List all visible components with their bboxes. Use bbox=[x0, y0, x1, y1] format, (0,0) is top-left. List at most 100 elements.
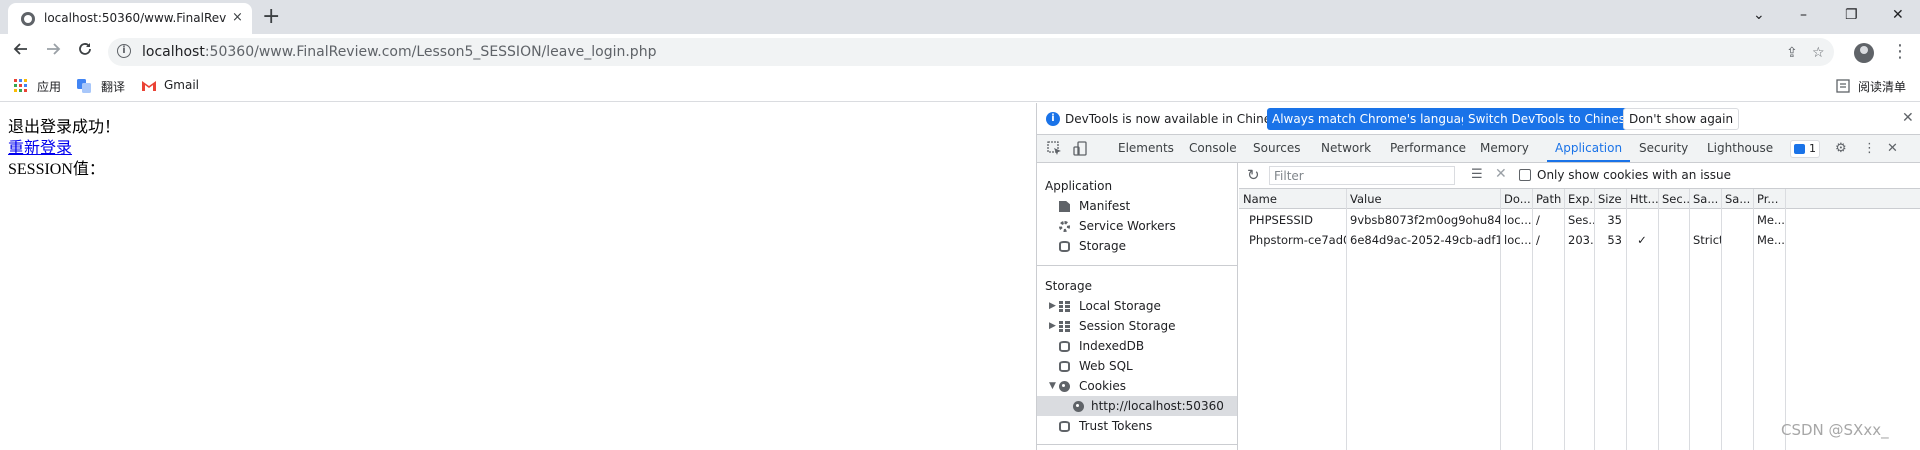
bookmark-translate[interactable]: 翻译 bbox=[101, 78, 125, 95]
reload-button[interactable] bbox=[73, 40, 97, 64]
col-header-sameparty[interactable]: Sa... bbox=[1721, 189, 1753, 209]
browser-tab[interactable]: localhost:50360/www.FinalRev × bbox=[8, 3, 252, 34]
bookmark-apps[interactable]: 应用 bbox=[37, 78, 61, 95]
cell-size: 53 bbox=[1607, 233, 1622, 247]
only-issues-checkbox[interactable] bbox=[1519, 169, 1531, 181]
only-issues-label: Only show cookies with an issue bbox=[1537, 168, 1732, 182]
restore-button[interactable]: ❐ bbox=[1845, 4, 1858, 26]
tab-strip: localhost:50360/www.FinalRev × + ⌄ – ❐ ✕ bbox=[0, 0, 1920, 34]
cookie-filter-input[interactable] bbox=[1269, 166, 1455, 185]
settings-gear-icon[interactable]: ⚙ bbox=[1835, 141, 1847, 157]
sidebar-item-indexeddb[interactable]: IndexedDB bbox=[1037, 336, 1237, 356]
document-icon bbox=[1059, 201, 1070, 212]
sidebar-item-session-storage[interactable]: ▶ Session Storage bbox=[1037, 316, 1237, 336]
session-label: SESSION值： bbox=[8, 161, 105, 178]
gmail-icon bbox=[141, 78, 156, 92]
cell-expires: Ses... bbox=[1568, 213, 1594, 227]
gear-icon bbox=[1059, 221, 1070, 232]
profile-avatar[interactable] bbox=[1854, 43, 1874, 63]
always-match-language-button[interactable]: Always match Chrome's language bbox=[1267, 108, 1481, 130]
reading-list-icon bbox=[1836, 78, 1850, 93]
site-info-icon[interactable]: i bbox=[117, 44, 131, 58]
expand-triangle-icon[interactable]: ▶ bbox=[1049, 296, 1056, 316]
cell-expires: 203... bbox=[1568, 233, 1594, 247]
col-header-priority[interactable]: Pr... bbox=[1753, 189, 1785, 209]
col-header-value[interactable]: Value bbox=[1346, 189, 1500, 209]
cookie-icon bbox=[1073, 401, 1084, 412]
apps-grid-icon bbox=[14, 78, 28, 92]
back-arrow-icon bbox=[13, 43, 27, 55]
switch-to-chinese-button[interactable]: Switch DevTools to Chinese bbox=[1463, 108, 1638, 130]
translate-icon bbox=[77, 78, 91, 93]
browser-toolbar: i localhost:50360/www.FinalReview.com/Le… bbox=[0, 34, 1920, 70]
tab-lighthouse[interactable]: Lighthouse bbox=[1707, 135, 1773, 162]
col-header-secure[interactable]: Sec... bbox=[1658, 189, 1689, 209]
tab-sources[interactable]: Sources bbox=[1253, 135, 1300, 162]
menu-kebab-icon[interactable]: ⋮ bbox=[1888, 40, 1912, 64]
tab-console[interactable]: Console bbox=[1189, 135, 1237, 162]
sidebar-item-web-sql[interactable]: Web SQL bbox=[1037, 356, 1237, 376]
back-button[interactable] bbox=[9, 40, 33, 64]
refresh-icon[interactable]: ↻ bbox=[1247, 166, 1260, 184]
col-header-httponly[interactable]: Htt... bbox=[1626, 189, 1658, 209]
tab-performance[interactable]: Performance bbox=[1390, 135, 1466, 162]
clear-filtered-cookies-icon[interactable]: ☰ bbox=[1471, 167, 1483, 182]
reading-list[interactable]: 阅读清单 bbox=[1858, 78, 1906, 95]
close-devtools-icon[interactable]: ✕ bbox=[1887, 141, 1898, 157]
address-bar[interactable]: i localhost:50360/www.FinalReview.com/Le… bbox=[108, 38, 1834, 66]
col-header-expires[interactable]: Exp... bbox=[1564, 189, 1594, 209]
col-header-domain[interactable]: Do... bbox=[1500, 189, 1532, 209]
sidebar-item-manifest[interactable]: Manifest bbox=[1037, 196, 1237, 216]
cell-name: PHPSESSID bbox=[1249, 213, 1313, 227]
collapse-triangle-icon[interactable]: ▼ bbox=[1049, 376, 1056, 396]
col-header-samesite[interactable]: Sa... bbox=[1689, 189, 1721, 209]
forward-button[interactable] bbox=[41, 40, 65, 64]
delete-selected-icon[interactable]: ✕ bbox=[1495, 166, 1507, 182]
tab-close-icon[interactable]: × bbox=[232, 10, 243, 25]
cell-priority: Me... bbox=[1757, 213, 1785, 227]
sidebar-item-service-workers[interactable]: Service Workers bbox=[1037, 216, 1237, 236]
sidebar-storage-header: Storage bbox=[1045, 279, 1092, 293]
tab-application[interactable]: Application bbox=[1547, 135, 1631, 162]
database-icon bbox=[1059, 361, 1070, 372]
tab-security[interactable]: Security bbox=[1639, 135, 1688, 162]
globe-icon bbox=[21, 12, 35, 26]
sidebar-application-header: Application bbox=[1045, 179, 1113, 193]
sidebar-item-local-storage[interactable]: ▶ Local Storage bbox=[1037, 296, 1237, 316]
tab-search-icon[interactable]: ⌄ bbox=[1753, 4, 1765, 26]
infobar-close-icon[interactable]: ✕ bbox=[1902, 110, 1914, 126]
sidebar-item-trust-tokens[interactable]: Trust Tokens bbox=[1037, 416, 1237, 436]
application-sidebar: Application Manifest Service Workers Sto… bbox=[1037, 163, 1238, 450]
database-icon bbox=[1059, 241, 1070, 252]
page-content: 退出登录成功！ 重新登录 SESSION值： bbox=[0, 103, 1036, 450]
device-toolbar-icon[interactable] bbox=[1073, 141, 1089, 162]
issues-badge[interactable]: 1 bbox=[1790, 140, 1820, 158]
minimize-button[interactable]: – bbox=[1800, 4, 1807, 26]
col-header-name[interactable]: Name bbox=[1239, 189, 1346, 209]
col-header-path[interactable]: Path bbox=[1532, 189, 1564, 209]
dont-show-again-button[interactable]: Don't show again bbox=[1623, 108, 1740, 130]
devtools-menu-icon[interactable]: ⋮ bbox=[1863, 141, 1876, 157]
tab-network[interactable]: Network bbox=[1321, 135, 1371, 162]
inspect-element-icon[interactable] bbox=[1047, 141, 1063, 162]
cell-httponly: ✓ bbox=[1637, 233, 1647, 247]
sidebar-item-cookie-origin[interactable]: http://localhost:50360 bbox=[1037, 396, 1237, 416]
new-tab-button[interactable]: + bbox=[262, 4, 280, 30]
tab-memory[interactable]: Memory bbox=[1480, 135, 1529, 162]
sidebar-item-storage[interactable]: Storage bbox=[1037, 236, 1237, 256]
col-header-size[interactable]: Size bbox=[1594, 189, 1626, 209]
cell-domain: loc... bbox=[1504, 213, 1532, 227]
cell-httponly bbox=[1626, 210, 1658, 230]
bookmark-star-icon[interactable]: ☆ bbox=[1812, 45, 1825, 61]
devtools-language-infobar: i DevTools is now available in Chinese! … bbox=[1037, 103, 1920, 135]
sidebar-item-cookies[interactable]: ▼ Cookies bbox=[1037, 376, 1237, 396]
expand-triangle-icon[interactable]: ▶ bbox=[1049, 316, 1056, 336]
cell-secure bbox=[1658, 230, 1689, 250]
bookmark-gmail[interactable]: Gmail bbox=[164, 78, 199, 92]
cookies-toolbar: ↻ ☰ ✕ Only show cookies with an issue bbox=[1239, 163, 1920, 189]
cell-samesite bbox=[1689, 210, 1721, 230]
tab-elements[interactable]: Elements bbox=[1118, 135, 1174, 162]
close-window-button[interactable]: ✕ bbox=[1892, 4, 1904, 26]
issues-icon bbox=[1794, 144, 1805, 154]
share-icon[interactable]: ⇪ bbox=[1786, 45, 1798, 61]
